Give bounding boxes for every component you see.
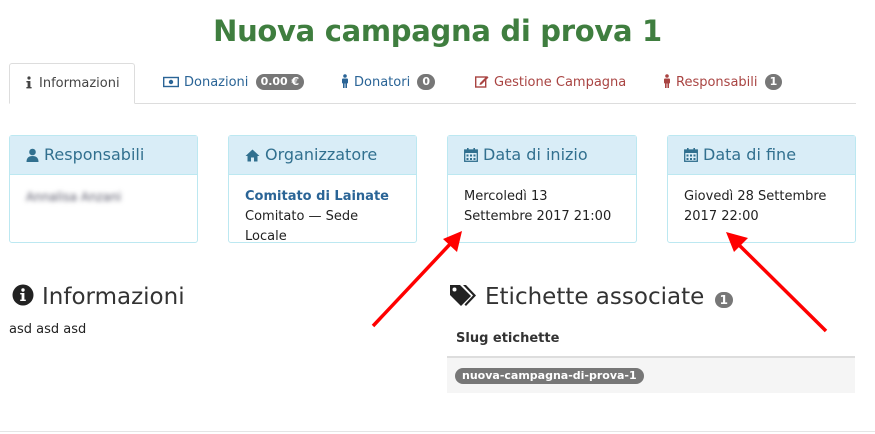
arrow-to-data-inizio xyxy=(371,231,462,328)
annotation-arrows xyxy=(371,231,828,333)
arrow-to-data-fine xyxy=(726,232,828,333)
